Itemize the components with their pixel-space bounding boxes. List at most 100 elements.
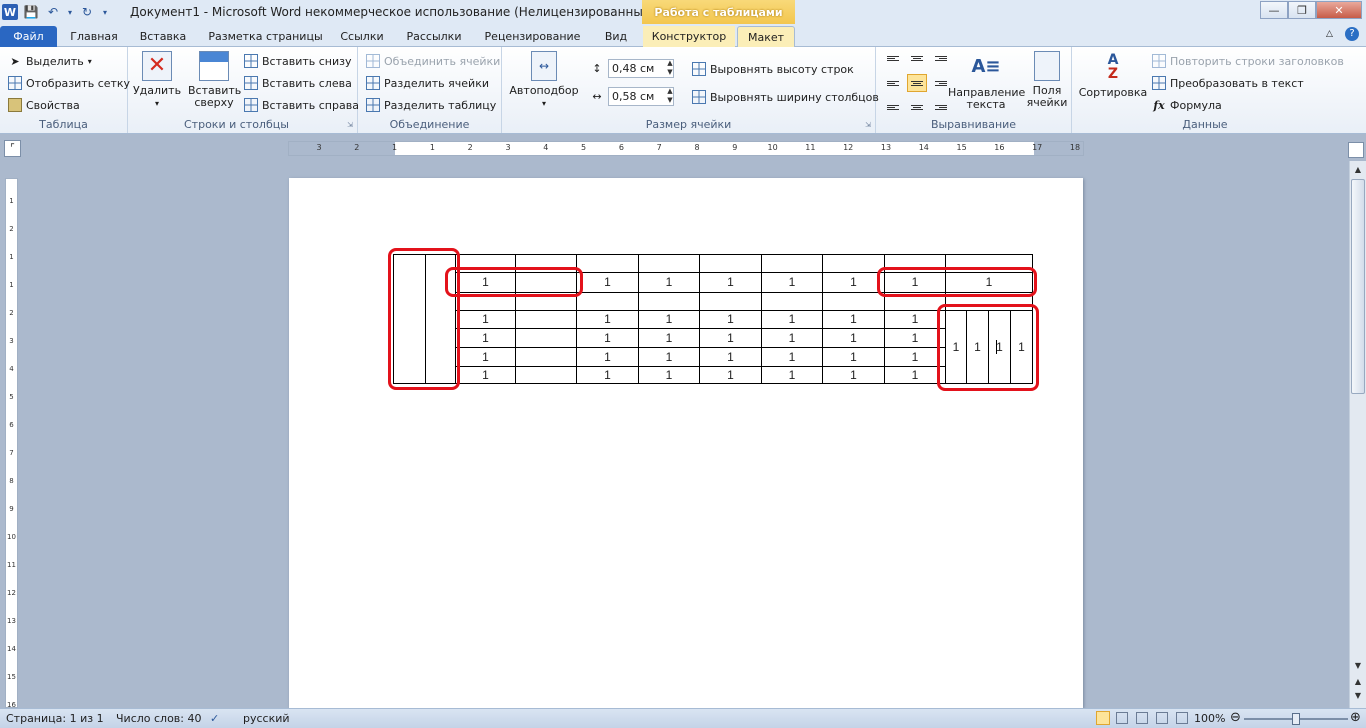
close-icon[interactable]: ✕ [1316, 1, 1362, 19]
word-count[interactable]: Число слов: 40 [116, 712, 202, 725]
table-cell[interactable]: 1 [638, 328, 700, 348]
table-cell[interactable] [515, 366, 577, 384]
align-middle-left-icon[interactable] [884, 74, 904, 92]
language[interactable]: русский [243, 712, 290, 725]
undo-icon[interactable]: ↶ [44, 3, 62, 21]
table-cell[interactable] [515, 347, 577, 367]
table-cell[interactable]: 1 [822, 272, 885, 293]
distribute-columns-button[interactable]: Выровнять ширину столбцов [692, 87, 879, 107]
table-cell[interactable]: 1 [822, 310, 885, 329]
table-cell[interactable]: 1 [576, 366, 639, 384]
table-cell[interactable]: 1 [699, 328, 762, 348]
table-cell[interactable]: 1 [638, 310, 700, 329]
table-cell[interactable]: 1 [761, 366, 823, 384]
table-cell[interactable]: 1 [455, 310, 516, 329]
zoom-slider-knob[interactable] [1292, 713, 1300, 725]
distribute-rows-button[interactable]: Выровнять высоту строк [692, 59, 854, 79]
scroll-down-icon[interactable]: ▼ [1351, 659, 1365, 673]
align-bottom-left-icon[interactable] [884, 95, 904, 113]
row-height-spinner[interactable]: ▲ ▼ [664, 59, 676, 78]
align-top-left-icon[interactable] [884, 53, 904, 71]
table-cell[interactable]: 1 [576, 328, 639, 348]
table-cell[interactable] [515, 310, 577, 329]
print-layout-icon[interactable] [1096, 711, 1110, 725]
table-cell[interactable]: 1 [699, 310, 762, 329]
tab-page-layout[interactable]: Разметка страницы [203, 26, 328, 47]
table-cell[interactable]: 1 [455, 366, 516, 384]
table-cell[interactable] [699, 254, 762, 273]
tab-selector-icon[interactable]: ⌜ [4, 140, 21, 157]
table-cell[interactable]: 1 [576, 272, 639, 293]
page-count[interactable]: Страница: 1 из 1 [6, 712, 104, 725]
horizontal-ruler[interactable]: 3 2 1 1 2 3 4 5 6 7 8 9 10 11 12 13 14 15 16 17 18 [288, 141, 1084, 156]
align-bottom-right-icon[interactable] [930, 95, 950, 113]
align-middle-center-icon[interactable] [907, 74, 927, 92]
table-cell[interactable]: 1 [761, 328, 823, 348]
help-icon[interactable]: ? [1345, 27, 1359, 41]
column-width-spinner[interactable]: ▲ ▼ [664, 87, 676, 106]
tab-insert[interactable]: Вставка [133, 26, 193, 47]
web-layout-icon[interactable] [1136, 712, 1148, 724]
table-cell[interactable] [822, 254, 885, 273]
tab-layout[interactable]: Макет [737, 26, 795, 48]
properties-button[interactable]: Свойства [8, 95, 80, 115]
table-cell[interactable]: 1 [699, 366, 762, 384]
zoom-out-icon[interactable]: ⊖ [1230, 710, 1241, 725]
view-gridlines-button[interactable]: Отобразить сетку [8, 73, 130, 93]
table-cell[interactable]: 1 [638, 366, 700, 384]
table-cell[interactable]: 1 [455, 328, 516, 348]
cell-margins-button[interactable]: Поля ячейки [1024, 51, 1070, 109]
autofit-button[interactable]: ↔ Автоподбор ▾ [506, 51, 582, 110]
dialog-launcher-icon[interactable]: ⇲ [865, 121, 871, 129]
table-cell[interactable]: 1 [576, 310, 639, 329]
scroll-thumb[interactable] [1351, 179, 1365, 394]
tab-review[interactable]: Рецензирование [476, 26, 589, 47]
table-cell[interactable] [638, 292, 700, 311]
tab-file[interactable]: Файл [0, 26, 57, 47]
tab-references[interactable]: Ссылки [334, 26, 390, 47]
vertical-scrollbar[interactable]: ▲ ▼ ▲ ▼ [1349, 161, 1366, 708]
minimize-ribbon-icon[interactable]: △ [1326, 29, 1333, 39]
convert-to-text-button[interactable]: Преобразовать в текст [1152, 73, 1304, 93]
table-cell[interactable]: 1 [761, 272, 823, 293]
split-table-button[interactable]: Разделить таблицу [366, 95, 496, 115]
outline-icon[interactable] [1156, 712, 1168, 724]
select-button[interactable]: ➤ Выделить ▾ [8, 51, 91, 71]
zoom-in-icon[interactable]: ⊕ [1350, 710, 1361, 725]
table-cell[interactable] [638, 254, 700, 273]
previous-page-icon[interactable]: ▲ [1351, 675, 1365, 689]
table-cell[interactable]: 1 [761, 310, 823, 329]
chevron-down-icon[interactable]: ▾ [66, 3, 74, 21]
table-cell[interactable]: 1 [699, 272, 762, 293]
table-cell[interactable]: 1 [638, 272, 700, 293]
table-cell[interactable]: 1 [822, 328, 885, 348]
align-bottom-center-icon[interactable] [907, 95, 927, 113]
text-direction-button[interactable]: A≡ Направление текста [948, 51, 1025, 111]
word-logo-icon[interactable]: W [2, 4, 18, 20]
view-ruler-icon[interactable] [1348, 142, 1364, 158]
table-cell[interactable]: 1 [761, 347, 823, 367]
insert-below-button[interactable]: Вставить снизу [244, 51, 352, 71]
table-cell[interactable]: 1 [822, 366, 885, 384]
table-cell[interactable] [576, 292, 639, 311]
save-icon[interactable]: 💾 [22, 3, 40, 21]
table-cell[interactable]: 1 [638, 347, 700, 367]
merge-cells-button[interactable]: Объединить ячейки [366, 51, 500, 71]
table-cell[interactable] [576, 254, 639, 273]
table-cell[interactable]: 1 [699, 347, 762, 367]
table-cell[interactable]: 1 [822, 347, 885, 367]
table-cell[interactable] [822, 292, 885, 311]
restore-icon[interactable]: ❐ [1288, 1, 1316, 19]
align-middle-right-icon[interactable] [930, 74, 950, 92]
align-top-center-icon[interactable] [907, 53, 927, 71]
table-cell[interactable]: 1 [455, 347, 516, 367]
redo-icon[interactable]: ↻ [78, 3, 96, 21]
next-page-icon[interactable]: ▼ [1351, 689, 1365, 703]
repeat-header-rows-button[interactable]: Повторить строки заголовков [1152, 51, 1344, 71]
formula-button[interactable]: fx Формула [1152, 95, 1221, 115]
table-cell[interactable] [761, 254, 823, 273]
draft-icon[interactable] [1176, 712, 1188, 724]
table-cell[interactable]: 1 [576, 347, 639, 367]
delete-button[interactable]: ✕ Удалить ▾ [132, 51, 182, 110]
tab-design[interactable]: Конструктор [643, 26, 735, 47]
